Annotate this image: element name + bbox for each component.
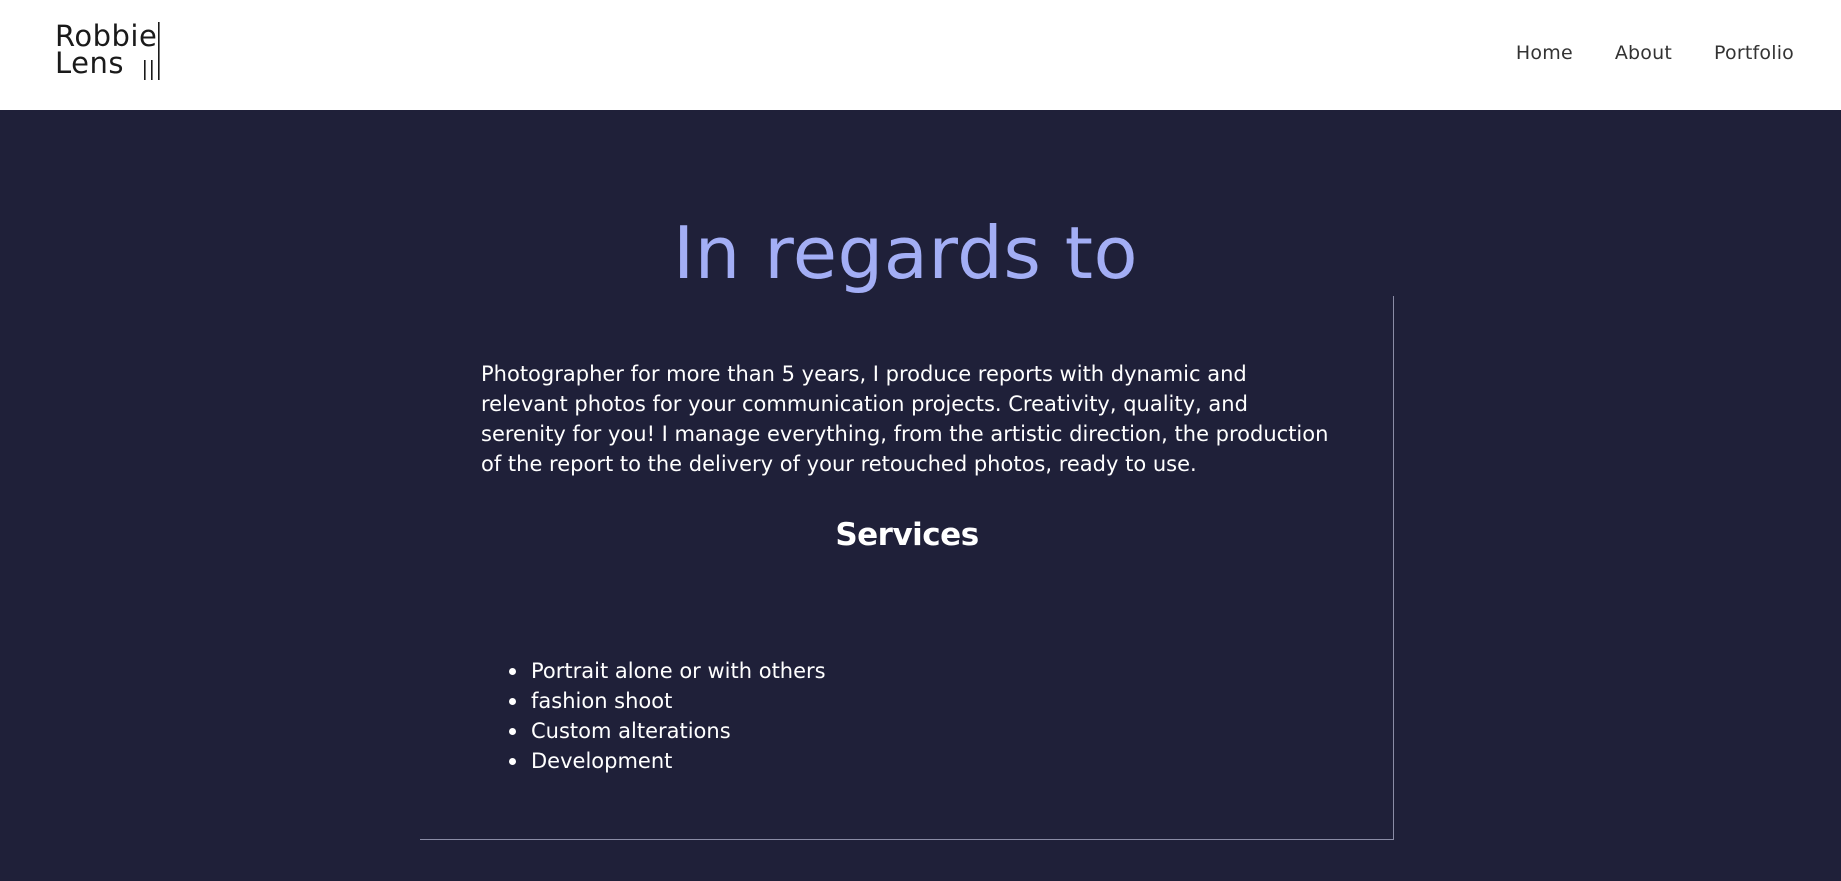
site-logo[interactable]: Robbie Lens — [55, 22, 165, 80]
frame-border-bottom — [420, 839, 1394, 840]
page-title: In regards to — [672, 211, 1139, 295]
main-nav: Home About Portfolio — [1516, 42, 1794, 64]
frame-border-right — [1393, 296, 1394, 840]
nav-home-link[interactable]: Home — [1516, 42, 1573, 64]
service-item-alterations: Custom alterations — [509, 716, 826, 746]
services-heading: Services — [835, 517, 979, 553]
service-item-fashion: fashion shoot — [509, 686, 826, 716]
nav-portfolio-link[interactable]: Portfolio — [1714, 42, 1794, 64]
logo-text-lens: Lens — [55, 46, 124, 80]
logo-bars-icon — [144, 22, 160, 80]
services-list: Portrait alone or with others fashion sh… — [509, 656, 826, 776]
site-header: Robbie Lens Home About Portfolio — [0, 0, 1841, 110]
service-item-development: Development — [509, 746, 826, 776]
service-item-portrait: Portrait alone or with others — [509, 656, 826, 686]
nav-about-link[interactable]: About — [1615, 42, 1672, 64]
intro-paragraph: Photographer for more than 5 years, I pr… — [481, 362, 1329, 476]
